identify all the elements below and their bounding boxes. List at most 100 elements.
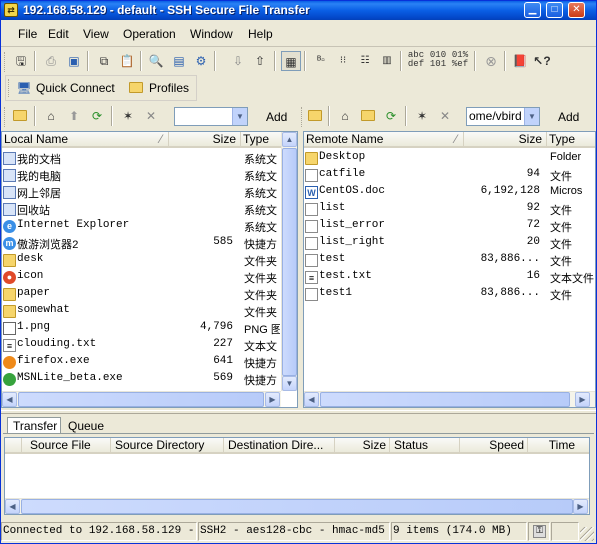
scroll-right-icon[interactable]: ▶ [573, 499, 588, 514]
profiles-button[interactable]: Profiles [149, 81, 189, 95]
scroll-left-icon[interactable]: ◀ [304, 392, 319, 407]
scroll-down-icon[interactable]: ▼ [282, 376, 297, 391]
scroll-left-icon[interactable]: ◀ [2, 392, 17, 407]
pane-splitter[interactable] [1, 410, 596, 414]
minimize-button[interactable]: ▁ [524, 2, 541, 18]
local-add-button[interactable]: Add [266, 110, 287, 124]
local-refresh-icon[interactable]: ⟳ [87, 106, 107, 126]
chevron-down-icon[interactable]: ▼ [524, 108, 539, 125]
toolbar-grip[interactable] [301, 107, 304, 127]
transfer-col-source-directory[interactable]: Source Directory [111, 438, 224, 454]
local-col-type[interactable]: Type [241, 132, 281, 148]
small-icons-icon[interactable]: ᴮ▫ [311, 51, 331, 71]
save-icon[interactable]: 🖫 [11, 51, 31, 71]
remote-hscrollbar[interactable]: ◀ ▶ [304, 391, 595, 407]
remote-up-folder-icon[interactable] [358, 106, 378, 126]
list-view-icon[interactable]: ⁝⁝ [333, 51, 353, 71]
menu-operation[interactable]: Operation [123, 27, 176, 41]
local-col-size[interactable]: Size [169, 132, 241, 148]
details-view-icon[interactable]: ☷ [355, 51, 375, 71]
local-delete-icon[interactable]: ✕ [141, 106, 161, 126]
close-button[interactable]: ✕ [568, 2, 585, 18]
remote-path-combo[interactable]: ome/vbird ▼ [466, 107, 540, 126]
profiles-folder-icon[interactable] [126, 78, 146, 98]
remote-refresh-icon[interactable]: ⟳ [381, 106, 401, 126]
remote-view-icon[interactable] [305, 106, 325, 126]
local-file-row[interactable]: somewhat 文件夹 [2, 303, 279, 320]
tab-queue[interactable]: Queue [63, 418, 111, 434]
scroll-right-icon[interactable]: ▶ [575, 392, 590, 407]
transfer-col-time[interactable]: Time [528, 438, 589, 454]
remote-file-row[interactable]: list_right 20 文件 [304, 235, 594, 252]
transfer-list[interactable]: Source File Source Directory Destination… [4, 437, 590, 515]
local-file-list[interactable]: Local Name ⁄ Size Type 我的文档 系统文 我的电脑 系统文 网上邻居… [1, 131, 298, 408]
menu-window[interactable]: Window [190, 27, 233, 41]
transfer-col-speed[interactable]: Speed [460, 438, 528, 454]
upload-icon[interactable]: ⇧ [250, 51, 270, 71]
download-icon[interactable]: ⇩ [228, 51, 248, 71]
large-icons-icon[interactable]: ▦ [281, 51, 301, 71]
context-help-icon[interactable]: ↖? [532, 51, 552, 71]
remote-file-row[interactable]: test1 83,886... 文件 [304, 286, 594, 303]
remote-col-name[interactable]: Remote Name ⁄ [304, 132, 464, 148]
local-new-folder-icon[interactable]: ✶ [118, 106, 138, 126]
local-file-row[interactable]: 我的文档 系统文 [2, 150, 279, 167]
menu-view[interactable]: View [83, 27, 109, 41]
app-icon[interactable]: ⇄ [4, 3, 18, 17]
remote-file-row[interactable]: Desktop Folder [304, 150, 594, 167]
local-vscroll-thumb[interactable] [282, 148, 297, 376]
scroll-right-icon[interactable]: ▶ [265, 392, 280, 407]
remote-col-size[interactable]: Size [464, 132, 547, 148]
local-file-row[interactable]: firefox.exe 641 快捷方 [2, 354, 279, 371]
title-bar[interactable]: ⇄ 192.168.58.129 - default - SSH Secure … [1, 1, 596, 20]
local-file-row[interactable]: desk 文件夹 [2, 252, 279, 269]
transfer-col-size[interactable]: Size [335, 438, 390, 454]
scroll-up-icon[interactable]: ▲ [282, 132, 297, 147]
find-icon[interactable]: 🔍 [146, 51, 166, 71]
local-view-icon[interactable] [10, 106, 30, 126]
remote-file-row[interactable]: ≡ test.txt 16 文本文件 [304, 269, 594, 286]
local-file-row[interactable]: 我的电脑 系统文 [2, 167, 279, 184]
quick-connect-icon[interactable]: 🖥 [14, 78, 34, 98]
local-vscrollbar[interactable]: ▲ ▼ [281, 132, 297, 391]
remote-file-row[interactable]: list_error 72 文件 [304, 218, 594, 235]
remote-file-row[interactable]: W CentOS.doc 6,192,128 Micros [304, 184, 594, 201]
local-up-folder-icon[interactable]: ⬆ [64, 106, 84, 126]
remote-file-list[interactable]: Remote Name ⁄ Size Type Desktop Folder catf… [303, 131, 596, 408]
local-file-row[interactable]: e Internet Explorer 系统文 [2, 218, 279, 235]
transfer-hscrollbar[interactable]: ◀ ▶ [5, 498, 589, 514]
remote-hscroll-thumb[interactable] [320, 392, 570, 407]
local-file-row[interactable]: ● icon 文件夹 [2, 269, 279, 286]
transfer-col-source-file[interactable]: Source File [22, 438, 111, 454]
transfer-col-icon[interactable] [5, 438, 22, 454]
print-icon[interactable]: ⎙ [41, 51, 61, 71]
scroll-left-icon[interactable]: ◀ [5, 499, 20, 514]
local-home-icon[interactable]: ⌂ [41, 106, 61, 126]
local-hscrollbar[interactable]: ◀ ▶ [2, 391, 281, 407]
transfer-hscroll-thumb[interactable] [21, 499, 573, 514]
local-col-name[interactable]: Local Name ⁄ [2, 132, 169, 148]
remote-delete-icon[interactable]: ✕ [435, 106, 455, 126]
toolbar-grip[interactable] [8, 79, 11, 97]
paste-icon[interactable]: 📋 [117, 51, 137, 71]
settings-icon[interactable]: ⚙ [191, 51, 211, 71]
toolbar-grip[interactable] [4, 52, 7, 72]
local-file-row[interactable]: 回收站 系统文 [2, 201, 279, 218]
maximize-button[interactable]: □ [546, 2, 563, 18]
quick-connect-button[interactable]: Quick Connect [36, 81, 115, 95]
transfer-col-status[interactable]: Status [390, 438, 460, 454]
local-path-combo[interactable]: ▼ [174, 107, 248, 126]
local-hscroll-thumb[interactable] [18, 392, 264, 407]
grid-view-icon[interactable]: ▥ [377, 51, 397, 71]
binary-mode-icon[interactable]: 010 101 [428, 51, 448, 71]
remote-file-row[interactable]: list 92 文件 [304, 201, 594, 218]
remote-file-row[interactable]: catfile 94 文件 [304, 167, 594, 184]
local-file-row[interactable]: MSNLite_beta.exe 569 快捷方 [2, 371, 279, 388]
remote-add-button[interactable]: Add [558, 110, 579, 124]
auto-mode-icon[interactable]: abc def [406, 51, 426, 71]
tab-transfer[interactable]: Transfer [7, 417, 61, 434]
local-file-row[interactable]: 1.png 4,796 PNG 图 [2, 320, 280, 337]
new-terminal-icon[interactable]: ▣ [64, 51, 84, 71]
local-file-row[interactable]: 网上邻居 系统文 [2, 184, 279, 201]
menu-edit[interactable]: Edit [48, 27, 69, 41]
